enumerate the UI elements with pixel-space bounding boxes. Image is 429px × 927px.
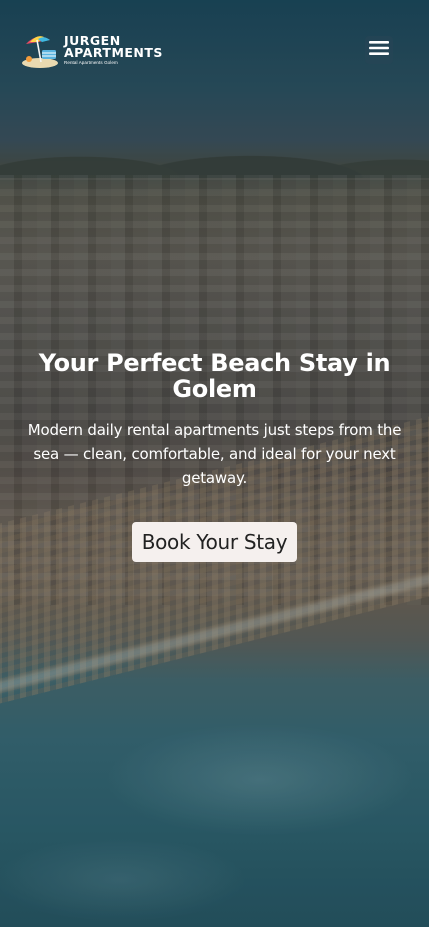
hero-content: Your Perfect Beach Stay in Golem Modern … (0, 350, 429, 562)
hero-title: Your Perfect Beach Stay in Golem (38, 349, 391, 403)
logo-title-line2: APARTMENTS (64, 44, 163, 60)
site-header: JURGEN APARTMENTS Rental Apartments Gole… (0, 0, 429, 100)
site-logo-link[interactable]: JURGEN APARTMENTS Rental Apartments Gole… (20, 30, 163, 70)
beach-umbrella-logo-icon (20, 30, 60, 70)
logo-subtitle: Rental Apartments Golem (64, 59, 118, 65)
hero-description: Modern daily rental apartments just step… (27, 421, 402, 487)
hero-section: JURGEN APARTMENTS Rental Apartments Gole… (0, 0, 429, 927)
logo-text: JURGEN APARTMENTS Rental Apartments Gole… (64, 34, 163, 66)
hamburger-menu-icon (369, 40, 389, 61)
book-your-stay-button[interactable]: Book Your Stay (131, 522, 298, 562)
menu-toggle-button[interactable] (365, 36, 393, 64)
